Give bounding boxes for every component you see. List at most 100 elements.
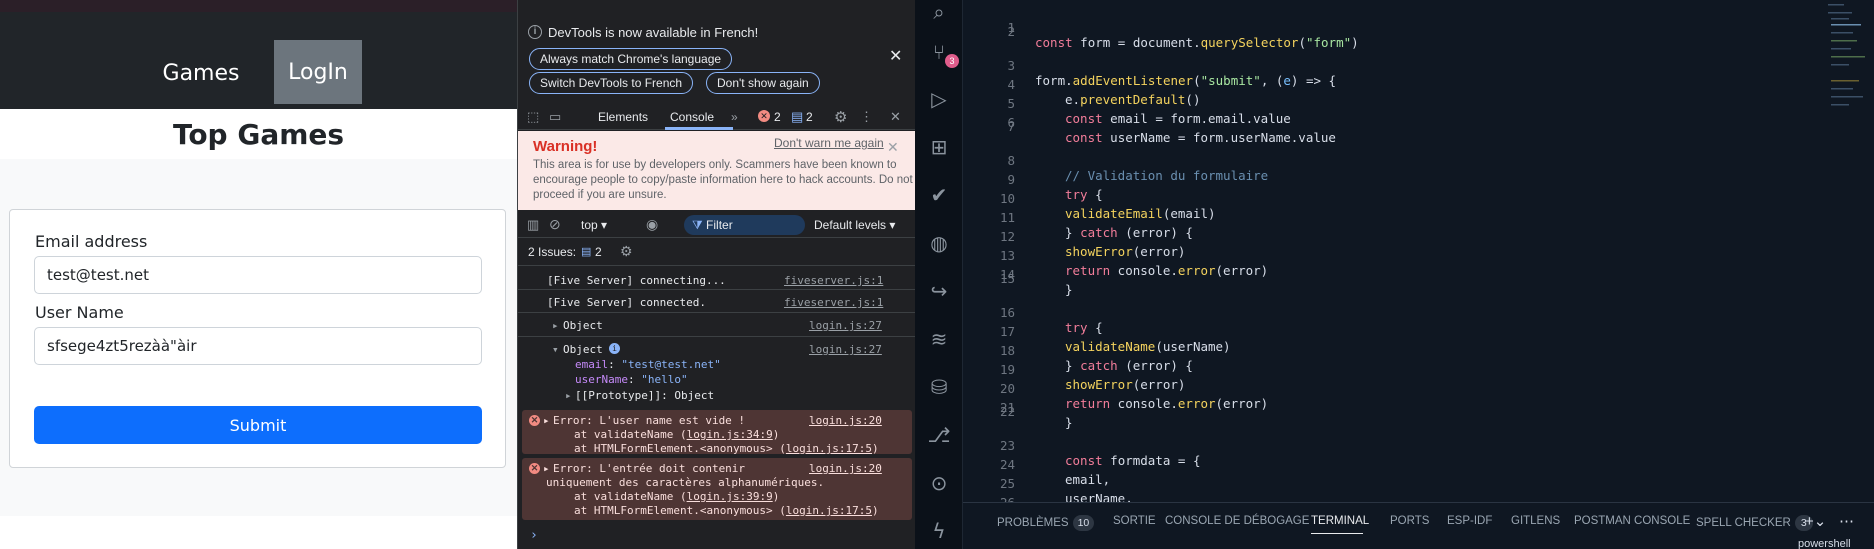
settings-icon[interactable]: ⚙ (834, 108, 847, 126)
extensions-icon[interactable]: ⊞ (927, 135, 951, 159)
terminal-shell-label[interactable]: powershell (1798, 538, 1851, 549)
timeline-icon[interactable]: ⊙ (927, 471, 951, 495)
issues-message-icon[interactable]: ▤ (581, 245, 591, 258)
new-terminal-icon[interactable]: +⌄ (1805, 512, 1826, 530)
language-infobar: i DevTools is now available in French! ✕… (518, 18, 915, 104)
error-count[interactable]: 2 (774, 104, 781, 130)
error-count-icon[interactable]: ✕ (758, 110, 770, 122)
log-source-link[interactable]: fiveserver.js:1 (784, 274, 883, 287)
gitlens-icon[interactable]: ⎇ (927, 423, 951, 447)
match-language-button[interactable]: Always match Chrome's language (529, 48, 733, 70)
log-source-link[interactable]: login.js:27 (809, 319, 882, 332)
code-line-24: 24 email, (999, 457, 1111, 487)
log-line-connecting: [Five Server] connecting... (547, 274, 726, 287)
code-line-25: 25 userName, (999, 476, 1133, 506)
object-prototype[interactable]: [[Prototype]]: Object (575, 389, 714, 402)
run-debug-icon[interactable]: ▷ (927, 87, 951, 111)
prototype-arrow-icon[interactable]: ▸ (565, 389, 572, 402)
code-line-16: 16 try { (999, 305, 1103, 335)
live-expression-icon[interactable]: ◉ (646, 216, 658, 233)
title-bar: Top Games (0, 109, 517, 159)
stack-link[interactable]: login.js:17:5 (786, 504, 872, 517)
more-tabs-button[interactable]: » (731, 104, 738, 130)
docker-icon[interactable]: ◍ (927, 231, 951, 255)
database-icon[interactable]: ⛁ (927, 375, 951, 399)
stack-frame: at validateName (login.js:34:9) (574, 428, 780, 441)
log-source-link[interactable]: fiveserver.js:1 (784, 296, 883, 309)
tab-debug-console[interactable]: CONSOLE DE DÉBOGAGE (1165, 515, 1309, 527)
thunder-client-icon[interactable]: ϟ (927, 519, 951, 543)
code-editor[interactable]: 1 const form = document.querySelector("f… (963, 0, 1874, 525)
minimap[interactable] (1820, 0, 1872, 120)
email-field[interactable]: test@test.net (34, 256, 482, 294)
code-line-5: 5 const email = form.email.value (1007, 96, 1291, 126)
submit-button[interactable]: Submit (34, 406, 482, 444)
sidebar-toggle-icon[interactable]: ▥ (527, 217, 539, 233)
stack-link[interactable]: login.js:39:9 (687, 490, 773, 503)
dont-show-again-button[interactable]: Don't show again (706, 72, 820, 94)
issues-label: 2 Issues: (528, 245, 577, 259)
inspect-icon[interactable]: ⬚ (527, 109, 539, 125)
tab-elements[interactable]: Elements (598, 104, 648, 130)
more-options-icon[interactable]: ⋮ (860, 109, 873, 125)
expand-arrow-icon[interactable]: ▸ (543, 414, 550, 427)
clear-console-icon[interactable]: ⊘ (549, 216, 561, 233)
nav-link-login[interactable]: LogIn (274, 40, 362, 104)
expand-arrow-icon[interactable]: ▸ (552, 319, 559, 332)
device-toggle-icon[interactable]: ▭ (549, 109, 561, 125)
error-message[interactable]: Error: L'user name est vide ! (553, 414, 745, 427)
switch-french-button[interactable]: Switch DevTools to French (529, 72, 694, 94)
warning-body: This area is for use by developers only.… (533, 159, 913, 201)
issues-count[interactable]: 2 (595, 239, 602, 265)
code-line-17: 17 validateName(userName) (999, 324, 1231, 354)
log-line-object[interactable]: Object (563, 319, 603, 332)
tab-output[interactable]: SORTIE (1113, 515, 1156, 527)
code-line-26: 26 } (963, 480, 1073, 525)
filter-icon: ⧩ (692, 218, 707, 232)
error-source-link[interactable]: login.js:20 (809, 414, 882, 427)
tab-terminal[interactable]: TERMINAL (1311, 515, 1369, 527)
warning-close-icon[interactable]: ✕ (887, 139, 899, 156)
webpage-viewport: Games LogIn Top Games Email address test… (0, 0, 517, 549)
code-line-13: 13 return console.error(error) (999, 248, 1269, 278)
message-count[interactable]: 2 (806, 104, 813, 130)
stack-link[interactable]: login.js:34:9 (687, 428, 773, 441)
username-field[interactable]: sfsege4zt5rezàà"àir (34, 327, 482, 365)
more-actions-icon[interactable]: ⋯ (1839, 512, 1854, 530)
close-devtools-icon[interactable]: ✕ (890, 109, 901, 125)
issues-settings-icon[interactable]: ⚙ (620, 243, 633, 260)
info-icon[interactable]: i (609, 343, 620, 354)
code-line-14: 14 } (999, 267, 1073, 297)
remote-explorer-icon[interactable]: ↪ (927, 279, 951, 303)
log-line-object-expanded[interactable]: Object (563, 343, 603, 356)
message-count-icon[interactable]: ▤ (791, 109, 803, 125)
navbar: Games LogIn (0, 12, 517, 109)
close-icon[interactable]: ✕ (889, 46, 902, 66)
collapse-arrow-icon[interactable]: ▾ (552, 343, 559, 356)
log-levels-dropdown[interactable]: Default levels ▾ (814, 212, 895, 238)
dont-warn-again-link[interactable]: Don't warn me again (774, 136, 884, 150)
log-source-link[interactable]: login.js:27 (809, 343, 882, 356)
log-divider (518, 289, 915, 290)
tab-gitlens[interactable]: GITLENS (1511, 515, 1560, 527)
expand-arrow-icon[interactable]: ▸ (543, 462, 550, 475)
devtools-tab-bar: ⬚ ▭ Elements Console » ✕ 2 ▤ 2 ⚙ ⋮ ✕ (518, 104, 915, 130)
filter-input[interactable]: ⧩ Filter (684, 215, 805, 235)
console-prompt[interactable]: › (530, 528, 538, 543)
object-property-username: userName: "hello" (575, 373, 688, 386)
tab-problems[interactable]: PROBLÈMES 10 (997, 515, 1095, 531)
error-source-link[interactable]: login.js:20 (809, 462, 882, 475)
error-message[interactable]: Error: L'entrée doit contenir (553, 462, 745, 475)
context-selector[interactable]: top ▾ (581, 212, 607, 238)
tab-ports[interactable]: PORTS (1390, 515, 1429, 527)
testing-icon[interactable]: ✔ (927, 183, 951, 207)
search-icon[interactable]: ⌕ (927, 0, 951, 24)
stack-link[interactable]: login.js:17:5 (786, 442, 872, 455)
tab-spell-checker[interactable]: SPELL CHECKER 3 (1696, 515, 1813, 531)
tab-postman-console[interactable]: POSTMAN CONSOLE (1574, 515, 1690, 527)
email-label: Email address (35, 232, 148, 251)
live-share-icon[interactable]: ≋ (927, 327, 951, 351)
nav-link-games[interactable]: Games (150, 41, 252, 105)
tab-esp-idf[interactable]: ESP-IDF (1447, 515, 1492, 527)
code-line-10: 10 validateEmail(email) (999, 191, 1216, 221)
